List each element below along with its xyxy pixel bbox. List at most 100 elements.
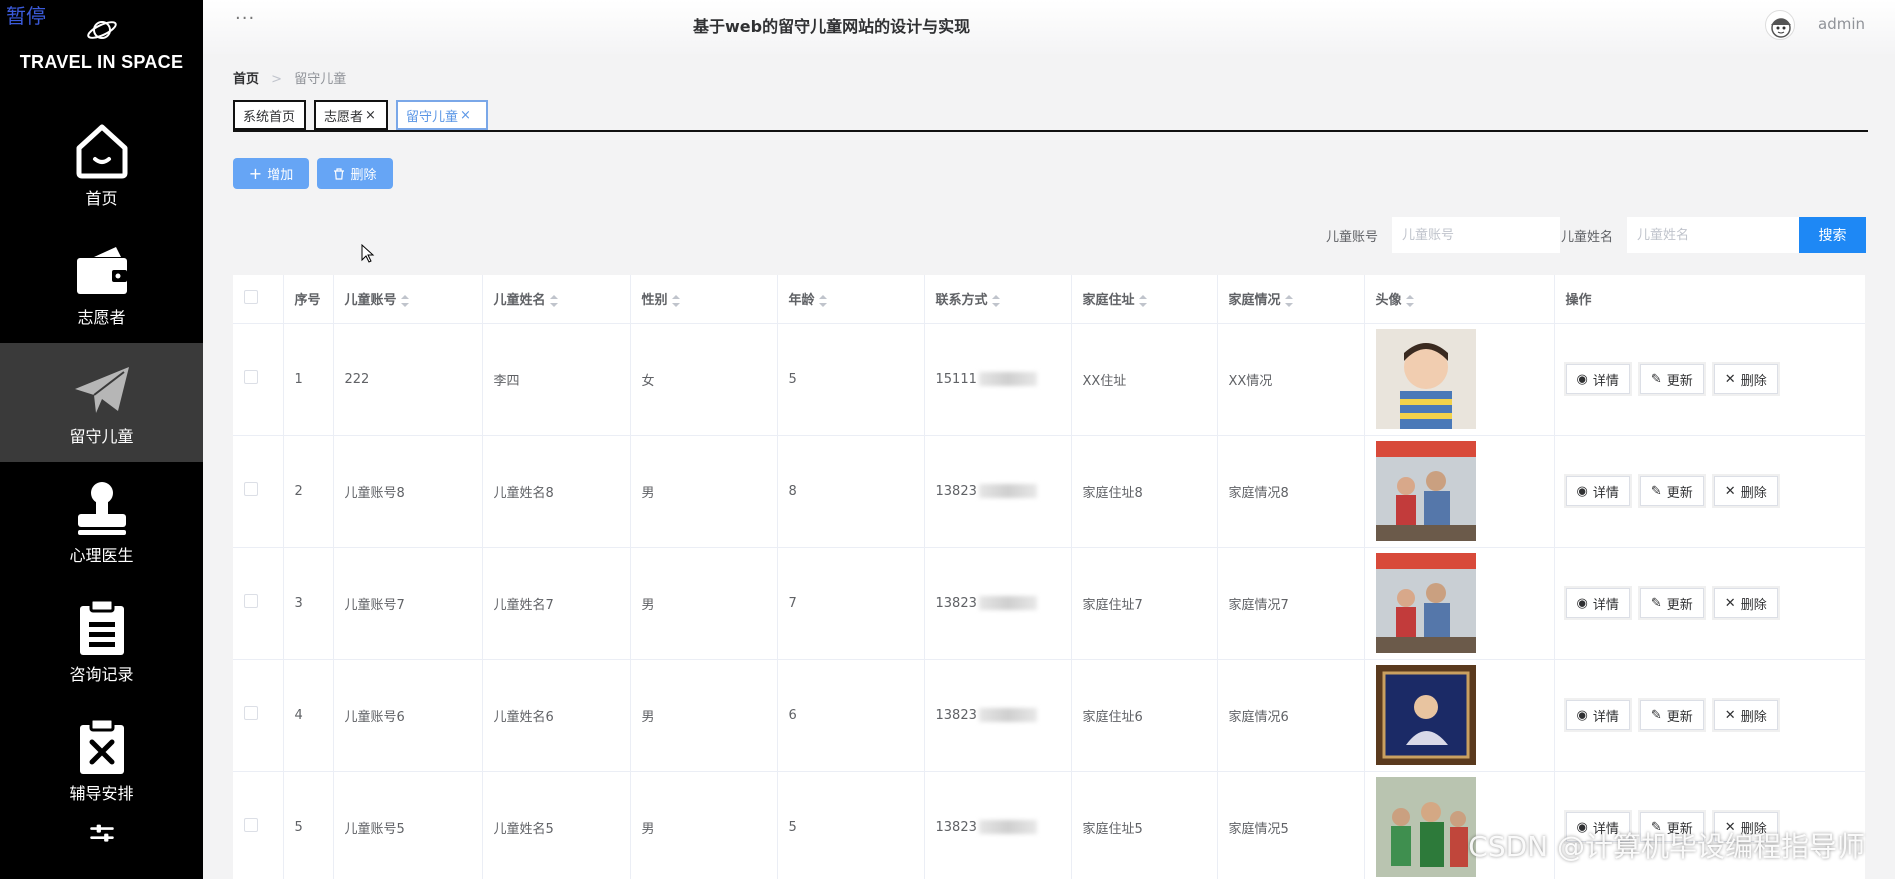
sidebar-item-tutoring-schedule[interactable]: 辅导安排 bbox=[0, 700, 203, 819]
row-checkbox[interactable] bbox=[244, 482, 258, 496]
row-checkbox-cell bbox=[233, 659, 284, 772]
cell-actions: ◉ 详情 ✎ 更新 ✕ 删除 bbox=[1554, 547, 1865, 660]
detail-button[interactable]: ◉ 详情 bbox=[1565, 700, 1630, 730]
edit-icon: ✎ bbox=[1650, 595, 1662, 611]
update-button[interactable]: ✎ 更新 bbox=[1639, 364, 1704, 394]
row-checkbox[interactable] bbox=[244, 594, 258, 608]
brand-title: TRAVEL IN SPACE bbox=[19, 52, 184, 72]
phone-redaction bbox=[978, 820, 1037, 834]
sort-icon[interactable] bbox=[1284, 294, 1293, 307]
close-icon[interactable]: × bbox=[365, 108, 376, 123]
column-header[interactable]: 性别 bbox=[630, 275, 778, 324]
sidebar-item-consult-records[interactable]: 咨询记录 bbox=[0, 581, 203, 700]
sort-icon[interactable] bbox=[400, 294, 409, 307]
sort-icon[interactable] bbox=[1405, 294, 1414, 307]
detail-button[interactable]: ◉ 详情 bbox=[1565, 364, 1630, 394]
sidebar-item-left-behind-children[interactable]: 留守儿童 bbox=[0, 343, 203, 462]
select-all-checkbox[interactable] bbox=[244, 289, 258, 304]
column-header-label: 序号 bbox=[294, 293, 321, 309]
account-search-input[interactable] bbox=[1392, 217, 1560, 253]
delete-button-label: 删除 bbox=[350, 168, 377, 183]
breadcrumb-home[interactable]: 首页 bbox=[233, 72, 259, 87]
cell-age: 8 bbox=[777, 435, 925, 548]
column-header-label: 年龄 bbox=[788, 293, 815, 309]
paper-plane-icon bbox=[74, 366, 129, 413]
row-checkbox[interactable] bbox=[244, 818, 258, 832]
batch-delete-button[interactable]: 删除 bbox=[317, 158, 393, 189]
table-row: 1 222 李四女 5 15111 XX住址 XX情况 ◉ 详情 ✎ 更新 ✕ 删除 bbox=[233, 323, 1866, 436]
sidebar: 暂停 TRAVEL IN SPACE 首页 志愿者 留守儿童 心理医生 咨询记录… bbox=[0, 0, 203, 879]
stamp-icon bbox=[77, 481, 126, 535]
tab-left-behind-children[interactable]: 留守儿童 × bbox=[396, 100, 488, 130]
planet-logo-icon bbox=[86, 21, 117, 39]
update-button[interactable]: ✎ 更新 bbox=[1639, 476, 1704, 506]
column-header-label: 性别 bbox=[641, 293, 668, 309]
plus-icon: + bbox=[248, 164, 263, 183]
row-checkbox[interactable] bbox=[244, 706, 258, 720]
tab-volunteer[interactable]: 志愿者 × bbox=[314, 100, 388, 130]
column-header[interactable]: 年龄 bbox=[777, 275, 925, 324]
sidebar-item-settings[interactable] bbox=[0, 819, 203, 859]
phone-redaction bbox=[978, 484, 1037, 498]
column-header-label: 头像 bbox=[1375, 293, 1402, 309]
child-photo bbox=[1375, 441, 1476, 541]
update-button[interactable]: ✎ 更新 bbox=[1639, 588, 1704, 618]
column-header[interactable]: 儿童姓名 bbox=[482, 275, 631, 324]
update-button-label: 更新 bbox=[1666, 373, 1693, 389]
cell-gender: 男 bbox=[630, 435, 778, 548]
phone-redaction bbox=[978, 708, 1037, 722]
user-avatar[interactable] bbox=[1765, 10, 1795, 40]
cell-family: XX情况 bbox=[1217, 323, 1365, 436]
column-header-label: 联系方式 bbox=[935, 293, 988, 309]
cell-index: 4 bbox=[283, 659, 334, 772]
sidebar-item-label: 咨询记录 bbox=[69, 664, 134, 684]
cell-account: 儿童账号5 bbox=[333, 771, 483, 879]
detail-button-label: 详情 bbox=[1592, 373, 1619, 389]
cell-age: 7 bbox=[777, 547, 925, 660]
add-button[interactable]: + 增加 bbox=[233, 158, 309, 189]
cell-name: 儿童姓名7 bbox=[482, 547, 631, 660]
sort-icon[interactable] bbox=[818, 294, 827, 307]
sort-icon[interactable] bbox=[1138, 294, 1147, 307]
cell-index: 5 bbox=[283, 771, 334, 879]
delete-button[interactable]: ✕ 删除 bbox=[1713, 700, 1778, 730]
cell-age: 6 bbox=[777, 659, 925, 772]
detail-button-label: 详情 bbox=[1592, 485, 1619, 501]
row-checkbox[interactable] bbox=[244, 370, 258, 384]
phone-redaction bbox=[978, 372, 1037, 386]
table-row: 4 儿童账号6 儿童姓名6 男 6 13823 家庭住址6 家庭情况6 ◉ 详情 ✎ 更新 ✕ 删除 bbox=[233, 659, 1865, 772]
collapse-menu-icon[interactable]: ··· bbox=[235, 8, 255, 29]
cell-age: 5 bbox=[777, 771, 925, 879]
column-header[interactable]: 家庭住址 bbox=[1071, 275, 1218, 324]
sidebar-item-volunteer[interactable]: 志愿者 bbox=[0, 224, 203, 343]
tab-label: 留守儿童 bbox=[406, 109, 459, 125]
column-header[interactable]: 联系方式 bbox=[924, 275, 1072, 324]
sort-icon[interactable] bbox=[549, 294, 558, 307]
sidebar-menu: 首页 志愿者 留守儿童 心理医生 咨询记录 辅导安排 bbox=[0, 105, 203, 859]
update-button[interactable]: ✎ 更新 bbox=[1639, 700, 1704, 730]
edit-icon: ✎ bbox=[1650, 707, 1662, 723]
name-search-input[interactable] bbox=[1627, 217, 1799, 253]
sort-icon[interactable] bbox=[671, 294, 680, 307]
delete-button[interactable]: ✕ 删除 bbox=[1713, 364, 1778, 394]
phone-text: 13823 bbox=[935, 595, 977, 611]
user-name[interactable]: admin bbox=[1818, 15, 1865, 33]
column-header[interactable]: 家庭情况 bbox=[1217, 275, 1365, 324]
search-button[interactable]: 搜索 bbox=[1799, 217, 1866, 253]
row-actions: ◉ 详情 ✎ 更新 ✕ 删除 bbox=[1565, 364, 1866, 394]
tab-system-home[interactable]: 系统首页 bbox=[233, 100, 306, 130]
detail-button[interactable]: ◉ 详情 bbox=[1565, 588, 1630, 618]
close-icon: ✕ bbox=[1724, 483, 1736, 499]
sidebar-item-psychologist[interactable]: 心理医生 bbox=[0, 462, 203, 581]
delete-button[interactable]: ✕ 删除 bbox=[1713, 588, 1778, 618]
close-icon: ✕ bbox=[1724, 595, 1736, 611]
column-header[interactable]: 儿童账号 bbox=[333, 275, 483, 324]
close-icon[interactable]: × bbox=[460, 108, 471, 123]
detail-button[interactable]: ◉ 详情 bbox=[1565, 476, 1630, 506]
column-header[interactable]: 头像 bbox=[1364, 275, 1555, 324]
cell-account: 儿童账号8 bbox=[333, 435, 483, 548]
delete-button[interactable]: ✕ 删除 bbox=[1713, 476, 1778, 506]
sort-icon[interactable] bbox=[991, 294, 1000, 307]
tab-label: 系统首页 bbox=[243, 109, 296, 125]
sidebar-item-home[interactable]: 首页 bbox=[0, 105, 203, 224]
